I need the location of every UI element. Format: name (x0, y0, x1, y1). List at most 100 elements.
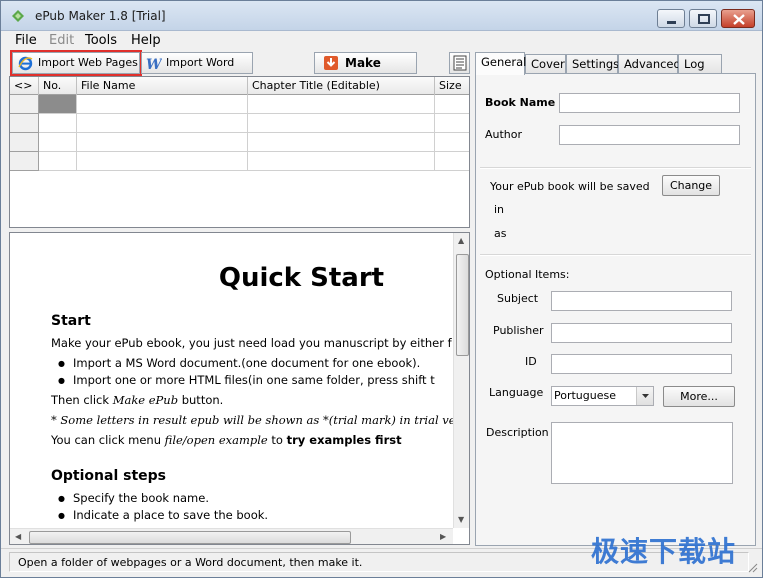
grid-cell[interactable] (39, 114, 77, 133)
table-row[interactable] (10, 114, 469, 133)
horizontal-scrollbar[interactable]: ◀ ▶ (10, 528, 453, 544)
tab-log[interactable]: Log (678, 54, 722, 74)
resize-grip-icon[interactable] (746, 561, 758, 573)
optional-items-label: Optional Items: (485, 268, 570, 281)
toolbar: Import Web Pages W Import Word Doc Make … (9, 50, 471, 90)
quick-start-panel[interactable]: Quick Start Start Make your ePub ebook, … (9, 232, 470, 545)
grid-col-file-name[interactable]: File Name (77, 77, 248, 95)
horizontal-scroll-thumb[interactable] (29, 531, 351, 544)
grid-cell[interactable] (435, 152, 469, 171)
scroll-down-icon[interactable]: ▼ (458, 515, 464, 524)
author-input[interactable] (559, 125, 740, 145)
log-view-button[interactable] (449, 52, 470, 74)
grid-cell[interactable] (77, 152, 248, 171)
import-word-doc-button[interactable]: W Import Word Doc (141, 52, 253, 89)
description-textarea[interactable] (551, 422, 733, 484)
quick-start-content: Quick Start Start Make your ePub ebook, … (10, 233, 453, 528)
menu-tools[interactable]: Tools (85, 33, 117, 48)
import-web-pages-button[interactable]: Import Web Pages (10, 50, 142, 76)
grid-cell[interactable] (248, 133, 435, 152)
description-label: Description (486, 426, 549, 439)
grid-cell[interactable] (39, 152, 77, 171)
tab-general[interactable]: General (475, 52, 526, 75)
minimize-icon (667, 21, 676, 24)
grid-cell[interactable] (248, 95, 435, 114)
grid-cell[interactable] (77, 133, 248, 152)
download-arrow-icon (324, 56, 338, 70)
table-row[interactable] (10, 95, 469, 114)
menu-file[interactable]: File (15, 33, 37, 48)
save-location-label: Your ePub book will be saved (490, 180, 650, 193)
maximize-button[interactable] (689, 9, 717, 28)
word-icon: W (146, 57, 162, 71)
tab-settings[interactable]: Settings (566, 54, 619, 74)
import-web-pages-label: Import Web Pages (38, 56, 138, 69)
grid-col-no[interactable]: No. (39, 77, 77, 95)
grid-col-size[interactable]: Size (435, 77, 469, 95)
row-header-cell (10, 95, 39, 114)
chevron-down-icon[interactable] (636, 387, 653, 405)
author-label: Author (485, 128, 523, 141)
grid-cell[interactable] (77, 95, 248, 114)
vertical-scroll-thumb[interactable] (456, 254, 469, 356)
subject-input[interactable] (551, 291, 732, 311)
subject-label: Subject (497, 292, 539, 305)
grid-cell[interactable] (435, 133, 469, 152)
list-item: Indicate a place to save the book. (58, 508, 268, 523)
title-bar[interactable]: ePub Maker 1.8 [Trial] (1, 1, 762, 31)
grid-cell[interactable] (77, 114, 248, 133)
window-title: ePub Maker 1.8 [Trial] (35, 9, 166, 23)
then-click-line: Then click Make ePub button. (51, 393, 223, 407)
close-button[interactable] (721, 9, 755, 28)
more-languages-button[interactable]: More... (663, 386, 735, 407)
id-input[interactable] (551, 354, 732, 374)
grid-cell[interactable] (435, 114, 469, 133)
example-bold: try examples first (286, 433, 402, 447)
quick-start-title: Quick Start (218, 263, 385, 293)
trial-note: * Some letters in result epub will be sh… (51, 413, 453, 427)
list-item: Import a MS Word document.(one document … (58, 356, 420, 371)
menu-edit[interactable]: Edit (49, 33, 74, 48)
general-panel: Book Name Author Your ePub book will be … (475, 73, 756, 546)
example-line: You can click menu file/open example to … (51, 433, 402, 447)
menu-bar: File Edit Tools Help (1, 32, 762, 50)
grid-header: <> No. File Name Chapter Title (Editable… (10, 77, 469, 95)
menu-help[interactable]: Help (131, 33, 161, 48)
row-header-cell (10, 114, 39, 133)
status-text: Open a folder of webpages or a Word docu… (18, 556, 363, 569)
start-intro: Make your ePub ebook, you just need load… (51, 336, 452, 350)
divider (480, 167, 751, 169)
grid-col-chapter-title[interactable]: Chapter Title (Editable) (248, 77, 435, 95)
grid-cell[interactable] (435, 95, 469, 114)
list-item: Import one or more HTML files(in one sam… (58, 373, 435, 388)
language-select[interactable]: Portuguese (551, 386, 654, 406)
divider (480, 254, 751, 256)
grid-col-order[interactable]: <> (10, 77, 39, 95)
vertical-scrollbar[interactable]: ▲ ▼ (453, 233, 469, 528)
then-click-em: Make ePub (112, 393, 179, 407)
scroll-up-icon[interactable]: ▲ (458, 236, 464, 245)
scroll-right-icon[interactable]: ▶ (440, 532, 446, 541)
then-click-post: button. (178, 393, 224, 407)
book-name-label: Book Name (485, 96, 556, 109)
watermark: 极速下载站 (591, 535, 737, 568)
tab-advanced[interactable]: Advanced (618, 54, 681, 74)
scroll-left-icon[interactable]: ◀ (15, 532, 21, 541)
change-button[interactable]: Change (662, 175, 720, 196)
settings-tabs: General Cover Settings Advanced Log (475, 52, 756, 75)
example-em: file/open example (164, 433, 268, 447)
grid-cell[interactable] (39, 95, 77, 114)
tab-cover[interactable]: Cover (525, 54, 566, 74)
grid-cell[interactable] (248, 114, 435, 133)
then-click-pre: Then click (51, 393, 113, 407)
grid-cell[interactable] (248, 152, 435, 171)
row-header-cell (10, 152, 39, 171)
grid-cell[interactable] (39, 133, 77, 152)
chapter-grid[interactable]: <> No. File Name Chapter Title (Editable… (9, 76, 470, 228)
book-name-input[interactable] (559, 93, 740, 113)
table-row[interactable] (10, 152, 469, 171)
make-epub-button[interactable]: Make ePub (314, 52, 417, 90)
table-row[interactable] (10, 133, 469, 152)
minimize-button[interactable] (657, 9, 685, 28)
publisher-input[interactable] (551, 323, 732, 343)
